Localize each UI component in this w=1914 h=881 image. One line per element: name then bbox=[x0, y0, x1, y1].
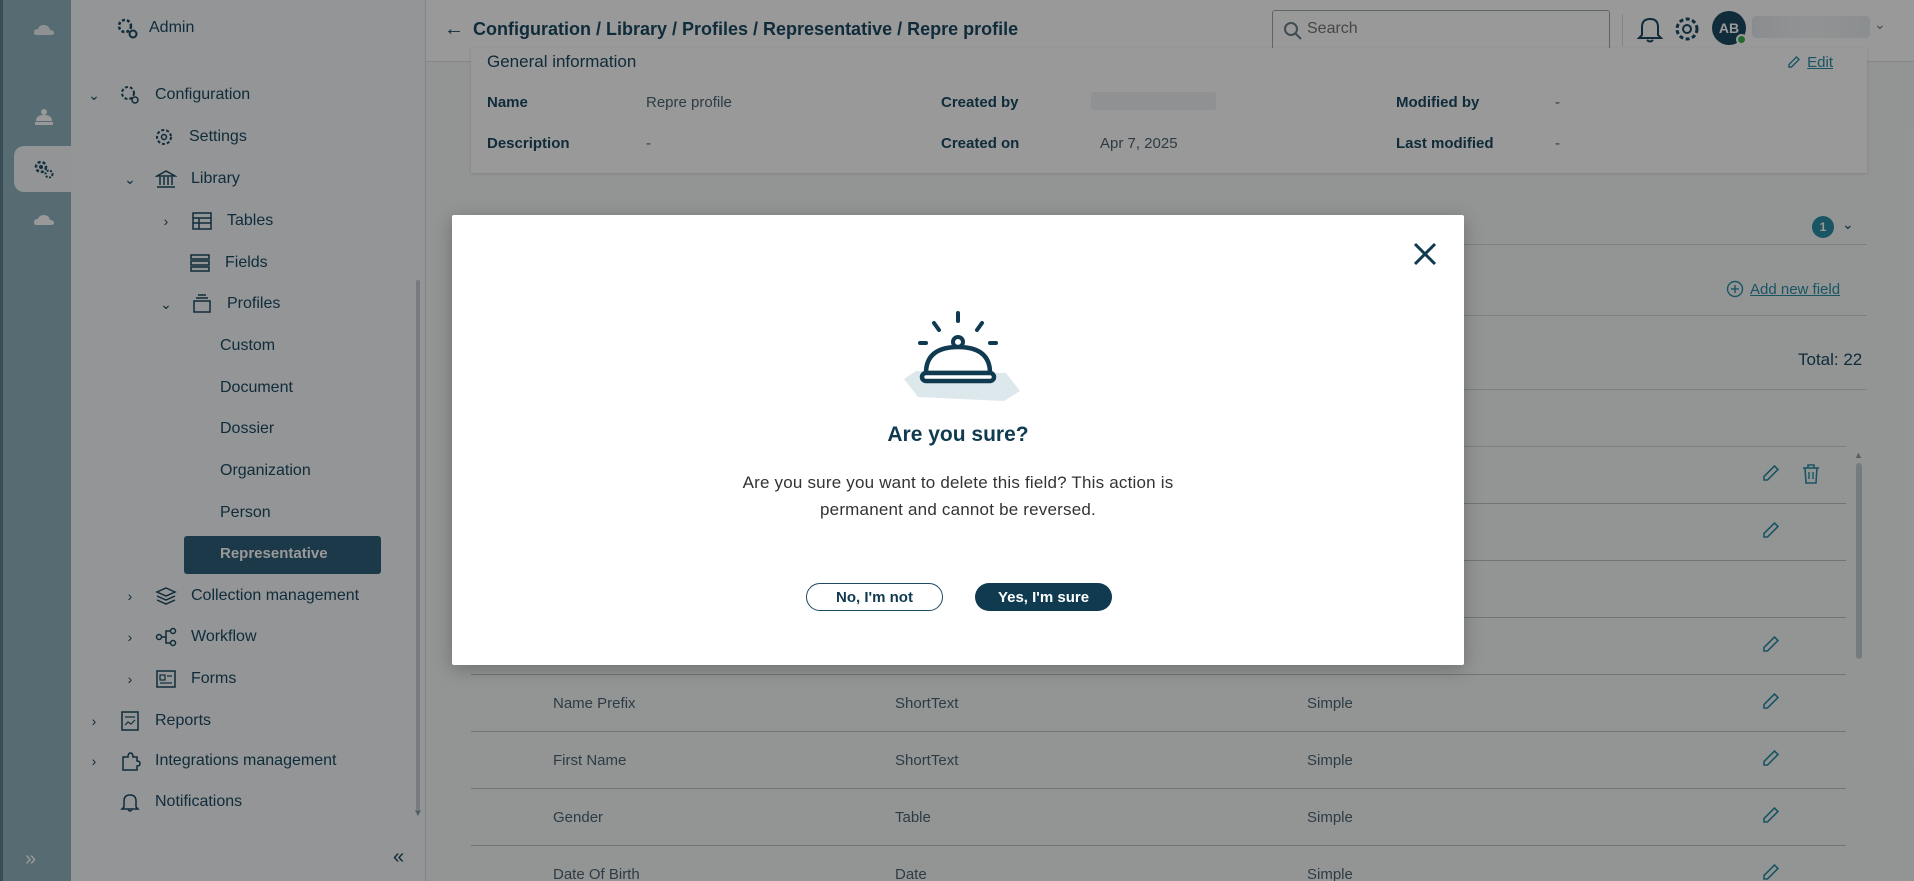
cancel-button[interactable]: No, I'm not bbox=[806, 583, 943, 611]
dialog-message: Are you sure you want to delete this fie… bbox=[742, 473, 1174, 519]
close-icon[interactable] bbox=[1410, 239, 1440, 269]
dialog-title: Are you sure? bbox=[887, 423, 1029, 446]
confirm-delete-button[interactable]: Yes, I'm sure bbox=[975, 583, 1112, 611]
service-bell-icon bbox=[904, 311, 1020, 401]
confirm-delete-dialog: Are you sure? Are you sure you want to d… bbox=[452, 215, 1464, 665]
